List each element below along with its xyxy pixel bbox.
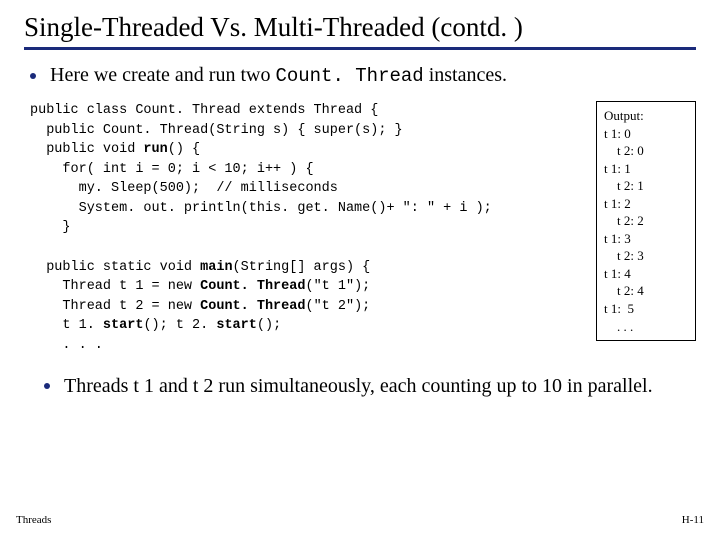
footer-right: H-11 [682, 514, 704, 526]
bullet-1: Here we create and run two Count. Thread… [24, 64, 696, 87]
slide-title: Single-Threaded Vs. Multi-Threaded (cont… [24, 12, 696, 43]
title-underline [24, 47, 696, 50]
bullet-1-pre: Here we create and run two [50, 64, 275, 86]
bullet-1-mono: Count. Thread [275, 65, 423, 87]
bullet-1-post: instances. [424, 64, 507, 86]
footer: Threads H-11 [16, 514, 704, 526]
bullet-dot-icon [44, 383, 50, 389]
code-block: public class Count. Thread extends Threa… [30, 101, 578, 355]
output-box: Output: t 1: 0 t 2: 0 t 1: 1 t 2: 1 t 1:… [596, 101, 696, 341]
bullet-1-text: Here we create and run two Count. Thread… [50, 64, 507, 87]
footer-left: Threads [16, 514, 51, 526]
bullet-2: Threads t 1 and t 2 run simultaneously, … [24, 373, 696, 399]
content-row: public class Count. Thread extends Threa… [24, 101, 696, 355]
bullet-2-text: Threads t 1 and t 2 run simultaneously, … [64, 373, 653, 399]
bullet-dot-icon [30, 73, 36, 79]
